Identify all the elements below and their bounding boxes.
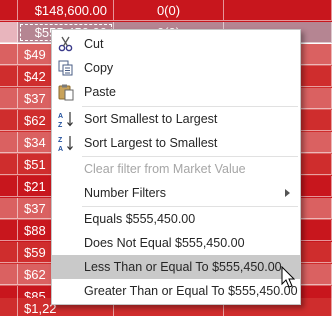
- mouse-pointer-icon: [281, 265, 297, 290]
- chevron-right-icon: [285, 189, 290, 197]
- menu-item-label: Sort Smallest to Largest: [84, 112, 218, 126]
- sort-descending-icon: Z A: [57, 134, 75, 153]
- empty-cell[interactable]: [224, 0, 332, 21]
- menu-item-label: Does Not Equal $555,450.00: [84, 236, 245, 250]
- row-edge-cell: [0, 198, 18, 219]
- table-row[interactable]: $148,600.00 0(0): [0, 0, 332, 22]
- svg-text:Z: Z: [58, 122, 63, 128]
- svg-text:A: A: [58, 113, 63, 120]
- menu-item-label: Greater Than or Equal To $555,450.00: [84, 284, 298, 298]
- menu-item-label: Number Filters: [84, 186, 166, 200]
- row-edge-cell: [0, 66, 18, 87]
- amount-cell[interactable]: $148,600.00: [18, 0, 114, 21]
- menu-item-copy[interactable]: Copy: [52, 56, 300, 80]
- row-edge-cell: [0, 176, 18, 197]
- paste-icon: [57, 83, 75, 101]
- count-cell[interactable]: 0(0): [114, 0, 224, 21]
- row-edge-cell: [0, 110, 18, 131]
- row-edge-cell: [0, 220, 18, 241]
- scissors-icon: [57, 35, 75, 53]
- menu-item-paste[interactable]: Paste: [52, 80, 300, 104]
- menu-item-clear-filter: Clear filter from Market Value: [52, 157, 300, 181]
- menu-item-greater-equal[interactable]: Greater Than or Equal To $555,450.00: [52, 279, 300, 303]
- menu-item-equals[interactable]: Equals $555,450.00: [52, 207, 300, 231]
- menu-item-label: Paste: [84, 85, 116, 99]
- menu-item-label: Clear filter from Market Value: [84, 162, 246, 176]
- sort-ascending-icon: A Z: [57, 110, 75, 129]
- copy-icon: [57, 59, 75, 77]
- menu-item-not-equal[interactable]: Does Not Equal $555,450.00: [52, 231, 300, 255]
- svg-text:A: A: [58, 146, 63, 152]
- context-menu: Cut Copy Paste A Z Sort Smallest to Larg…: [51, 29, 301, 305]
- svg-text:Z: Z: [58, 137, 63, 144]
- row-edge-cell: [0, 22, 18, 43]
- menu-item-label: Copy: [84, 61, 114, 75]
- menu-item-label: Equals $555,450.00: [84, 212, 196, 226]
- menu-item-number-filters[interactable]: Number Filters: [52, 181, 300, 205]
- menu-item-label: Less Than or Equal To $555,450.00: [84, 260, 282, 274]
- menu-item-sort-desc[interactable]: Z A Sort Largest to Smallest: [52, 131, 300, 155]
- menu-item-cut[interactable]: Cut: [52, 32, 300, 56]
- row-edge-cell: [0, 242, 18, 263]
- menu-item-label: Sort Largest to Smallest: [84, 136, 218, 150]
- menu-item-label: Cut: [84, 37, 104, 51]
- row-edge-cell: [0, 44, 18, 65]
- row-edge-cell: [0, 88, 18, 109]
- menu-item-sort-asc[interactable]: A Z Sort Smallest to Largest: [52, 107, 300, 131]
- row-edge-cell: [0, 0, 18, 21]
- menu-item-less-equal[interactable]: Less Than or Equal To $555,450.00: [52, 255, 300, 279]
- row-edge-cell: [0, 264, 18, 285]
- row-edge-cell: [0, 154, 18, 175]
- row-edge-cell: [0, 132, 18, 153]
- row-edge-cell: [0, 298, 18, 316]
